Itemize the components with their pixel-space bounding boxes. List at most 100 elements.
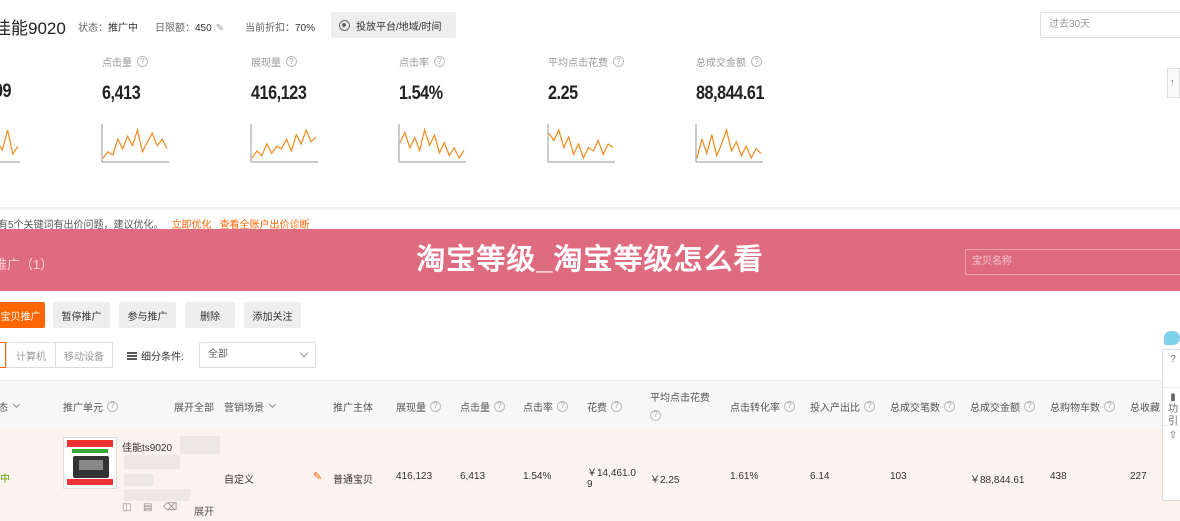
metric-ctr: 点击率? 1.54% [399, 54, 450, 105]
sparkline-ctr [398, 124, 466, 163]
chevron-down-icon [299, 348, 309, 358]
th-avg-cpc: 平均点击花费? [650, 392, 710, 421]
edit-icon[interactable]: ✎ [313, 470, 322, 483]
redacted-text [180, 436, 220, 454]
redacted-text [124, 455, 180, 469]
help-icon[interactable]: ? [286, 56, 297, 67]
help-icon[interactable]: ? [751, 56, 762, 67]
sparkline-series [0, 129, 19, 156]
shop-title: 佳能9020 [0, 19, 66, 38]
side-feature-item[interactable]: ▮ 功引 [1163, 388, 1180, 427]
th-cart: 总购物车数? [1050, 381, 1115, 431]
product-name-link[interactable]: 佳能ts9020 [122, 439, 172, 454]
metric-clicks: 点击量? 6,413 [102, 54, 148, 105]
avg-cpc-value: ￥2.25 [650, 475, 680, 486]
help-icon[interactable]: ? [864, 400, 875, 412]
status-badge: 中 [0, 474, 10, 485]
gear-icon [339, 19, 350, 31]
sparkline-impressions [250, 124, 318, 163]
join-button[interactable]: 参与推广 [119, 302, 176, 328]
fav-value: 227 [1130, 471, 1147, 482]
help-icon[interactable]: ? [613, 56, 624, 67]
help-icon[interactable]: ? [107, 400, 118, 412]
help-icon[interactable]: ? [430, 400, 441, 412]
product-thumbnail[interactable] [63, 437, 117, 489]
metric-0: 09 [0, 81, 12, 102]
device-tab-pc[interactable]: 计算机 [6, 342, 56, 368]
row-expand-link[interactable]: 展开 [194, 503, 214, 518]
pause-icon[interactable]: ◫ [122, 502, 131, 513]
sparkline-clicks [101, 124, 169, 163]
help-icon[interactable]: ? [434, 56, 445, 67]
impressions-value: 416,123 [396, 471, 433, 482]
scene-value: 自定义 [224, 475, 254, 486]
targeting-button[interactable]: 投放平台/地域/时间 [331, 12, 456, 38]
back-to-top-button[interactable] [1167, 68, 1180, 98]
help-icon[interactable]: ? [944, 400, 955, 412]
pause-button[interactable]: 暂停推广 [53, 302, 110, 328]
th-clicks: 点击量? [460, 381, 505, 431]
delete-icon[interactable]: ⌫ [163, 502, 177, 513]
cost-value-wrap: 9 [587, 479, 593, 490]
th-fav: 总收藏 [1130, 402, 1160, 414]
sparkline-series [399, 127, 465, 160]
sparkline-series [102, 127, 168, 159]
ctr-value: 1.54% [523, 471, 552, 482]
sparkline-gmv [695, 124, 763, 163]
printer-image [73, 456, 109, 478]
clicks-value: 6,413 [460, 471, 486, 482]
th-impressions: 展现量? [396, 381, 441, 431]
side-help-icon[interactable]: ? [1163, 350, 1180, 388]
help-icon[interactable]: ? [1104, 400, 1115, 412]
help-icon[interactable]: ? [494, 400, 505, 412]
side-panel: ? ▮ 功引 ⇧ [1162, 349, 1180, 501]
th-gmv: 总成交金额? [970, 381, 1035, 431]
delete-button[interactable]: 删除 [185, 302, 235, 328]
help-icon[interactable]: ? [650, 409, 661, 421]
edit-budget-icon[interactable]: ✎ [216, 23, 224, 34]
chevron-down-icon [12, 400, 21, 409]
item-search-input[interactable]: 宝贝名称 [965, 249, 1180, 275]
promote-item-button[interactable]: 宝贝推广 [0, 302, 45, 328]
status-meta: 状态：推广中 [78, 23, 138, 34]
title-banner: 推广（1） 淘宝等级_淘宝等级怎么看 宝贝名称 [0, 229, 1180, 291]
help-icon[interactable]: ? [557, 400, 568, 412]
th-roi: 投入产出比? [810, 381, 875, 431]
condition-label: 细分条件: [127, 348, 184, 363]
list-icon [127, 351, 137, 360]
discount-meta: 当前折扣：70% [245, 23, 316, 34]
metric-gmv: 总成交金额? 88,844.61 [696, 56, 765, 104]
th-status[interactable]: 态 [0, 381, 21, 431]
device-tab-mobile[interactable]: 移动设备 [55, 342, 113, 368]
chevron-down-icon [268, 400, 277, 409]
help-icon[interactable]: ? [784, 400, 795, 412]
sparkline-avg-cpc [547, 124, 615, 163]
chat-bubble-icon[interactable] [1164, 331, 1180, 345]
cost-value: ￥14,461.0 [587, 468, 636, 479]
th-unit: 推广单元? [63, 381, 118, 431]
date-range-input[interactable]: 过去30天 [1040, 12, 1180, 38]
follow-button[interactable]: 添加关注 [244, 302, 301, 328]
sparkline-series [696, 127, 762, 160]
help-icon[interactable]: ? [137, 56, 148, 67]
cart-value: 438 [1050, 471, 1067, 482]
side-top-icon[interactable]: ⇧ [1163, 426, 1180, 464]
help-icon[interactable]: ? [1024, 400, 1035, 412]
redacted-text [124, 489, 190, 501]
section-divider [0, 207, 1180, 210]
sparkline-0 [0, 129, 20, 163]
th-expand-all[interactable]: 展开全部 [174, 381, 214, 431]
top-bar: 佳能9020 状态：推广中 日限额：450 ✎ 当前折扣：70% 投放平台/地域/… [0, 0, 1180, 50]
metric-avg-cpc: 平均点击花费? 2.25 [548, 54, 624, 105]
th-cvr: 点击转化率? [730, 381, 795, 431]
roi-value: 6.14 [810, 471, 830, 482]
th-ctr: 点击率? [523, 381, 568, 431]
report-icon[interactable]: ▤ [143, 502, 152, 513]
th-scene[interactable]: 营销场景 [224, 381, 277, 431]
help-icon[interactable]: ? [611, 400, 622, 412]
condition-select[interactable]: 全部 [199, 342, 316, 368]
th-cost: 花费? [587, 381, 622, 431]
gmv-value: ￥88,844.61 [970, 475, 1025, 486]
sparkline-series [251, 128, 317, 159]
th-orders: 总成交笔数? [890, 381, 955, 431]
